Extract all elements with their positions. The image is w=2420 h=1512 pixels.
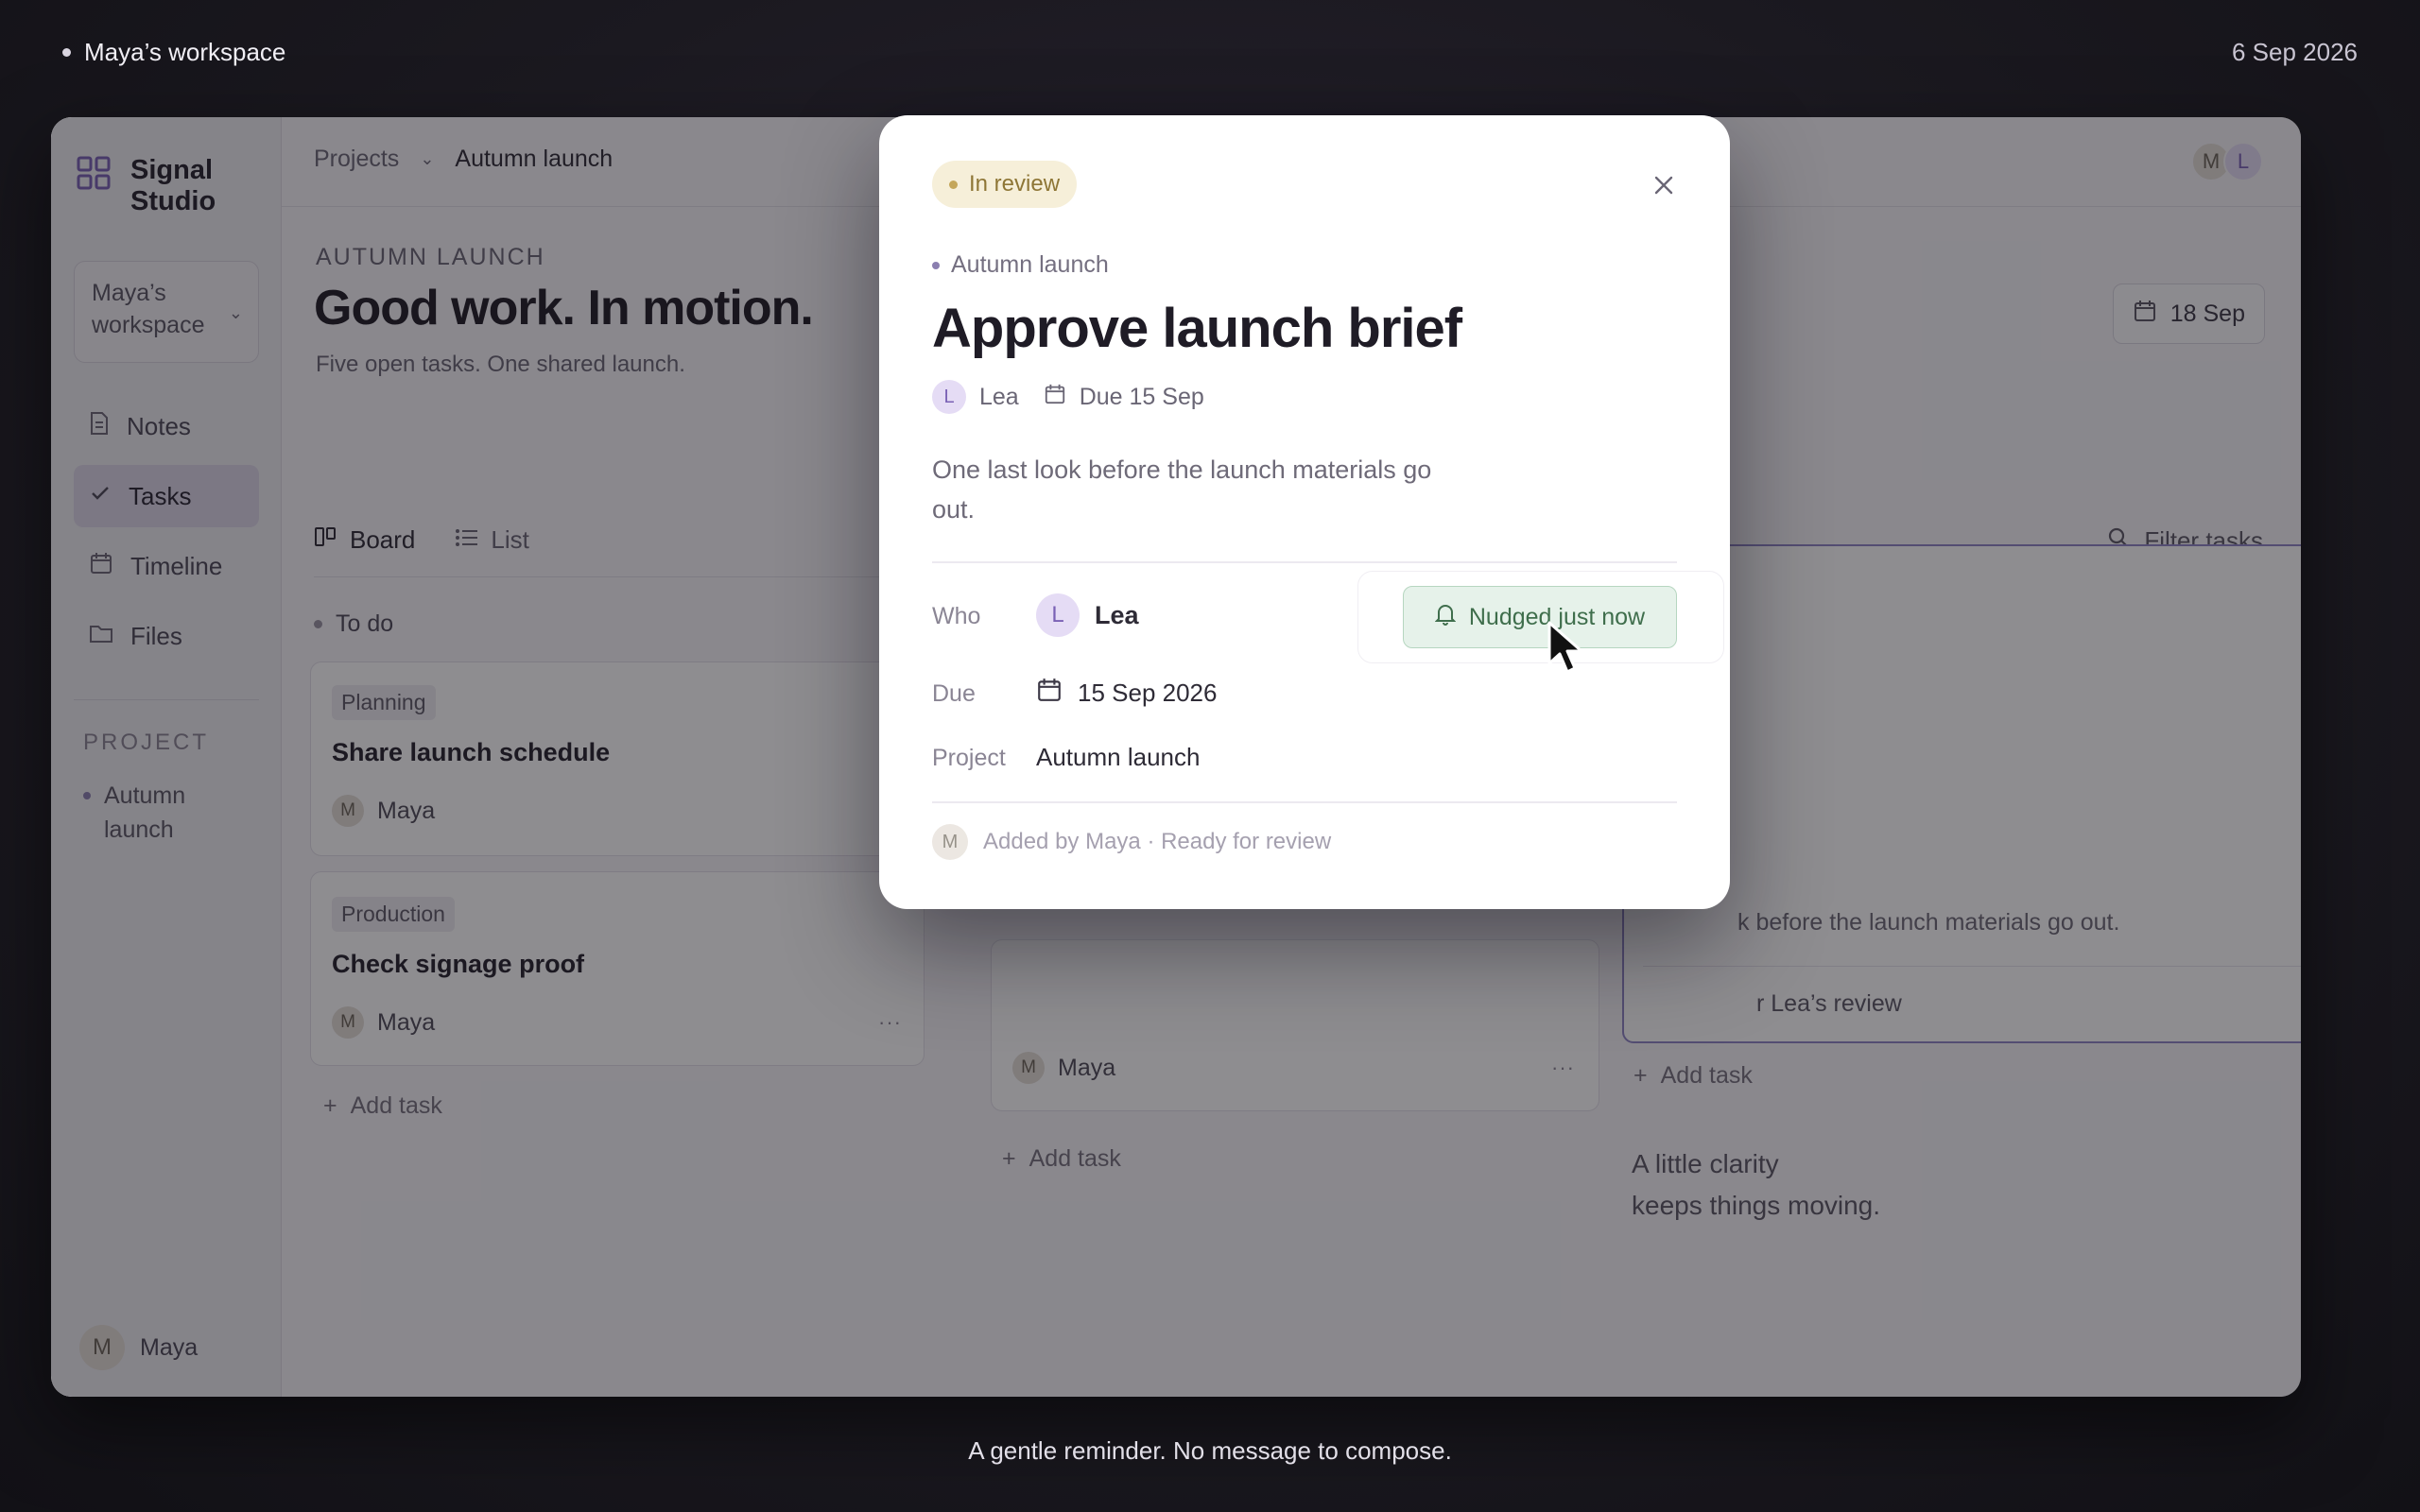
calendar-icon bbox=[1036, 677, 1063, 710]
workspace-indicator: Maya’s workspace bbox=[62, 38, 285, 67]
nudge-button[interactable]: Nudged just now bbox=[1403, 586, 1677, 648]
modal-footer: M Added by Maya · Ready for review bbox=[932, 824, 1331, 860]
close-icon bbox=[1653, 175, 1674, 200]
modal-divider bbox=[932, 561, 1677, 563]
avatar: L bbox=[932, 380, 966, 414]
status-dot bbox=[949, 180, 958, 189]
due-label: Due bbox=[932, 680, 976, 707]
bell-icon bbox=[1434, 603, 1457, 632]
project-name: Autumn launch bbox=[1036, 743, 1201, 771]
who-value: L Lea bbox=[1036, 593, 1139, 637]
who-label: Who bbox=[932, 603, 981, 629]
calendar-icon bbox=[1044, 383, 1066, 412]
status-label: In review bbox=[969, 171, 1061, 197]
avatar: M bbox=[932, 824, 968, 860]
due-short: Due 15 Sep bbox=[1079, 383, 1204, 410]
status-badge: In review bbox=[932, 161, 1078, 208]
workspace-label: Maya’s workspace bbox=[84, 38, 286, 66]
bottom-caption: A gentle reminder. No message to compose… bbox=[968, 1436, 1452, 1465]
project-dot bbox=[932, 261, 940, 269]
modal-project: Autumn launch bbox=[932, 251, 1109, 279]
task-detail-modal: In review Autumn launch Approve launch b… bbox=[879, 115, 1730, 909]
modal-description: One last look before the launch material… bbox=[932, 455, 1432, 524]
assignee-name: Lea bbox=[979, 383, 1019, 410]
who-name: Lea bbox=[1095, 600, 1139, 629]
desktop-topbar: Maya’s workspace 6 Sep 2026 bbox=[0, 0, 2420, 104]
modal-project-label: Autumn launch bbox=[951, 251, 1109, 278]
desktop-date: 6 Sep 2026 bbox=[2231, 38, 2358, 66]
footer-text: Added by Maya · Ready for review bbox=[983, 829, 1332, 854]
status-dot bbox=[62, 48, 71, 57]
project-label: Project bbox=[932, 745, 1006, 771]
modal-meta: L Lea Due 15 Sep bbox=[932, 380, 1204, 414]
due-value[interactable]: 15 Sep 2026 bbox=[1036, 677, 1217, 710]
avatar: L bbox=[1036, 593, 1080, 637]
modal-divider bbox=[932, 801, 1677, 803]
close-button[interactable] bbox=[1645, 168, 1683, 206]
project-value[interactable]: Autumn launch bbox=[1036, 743, 1200, 772]
mouse-cursor-icon bbox=[1547, 620, 1588, 681]
due-date: 15 Sep 2026 bbox=[1078, 679, 1218, 707]
modal-title: Approve launch brief bbox=[932, 298, 1462, 359]
